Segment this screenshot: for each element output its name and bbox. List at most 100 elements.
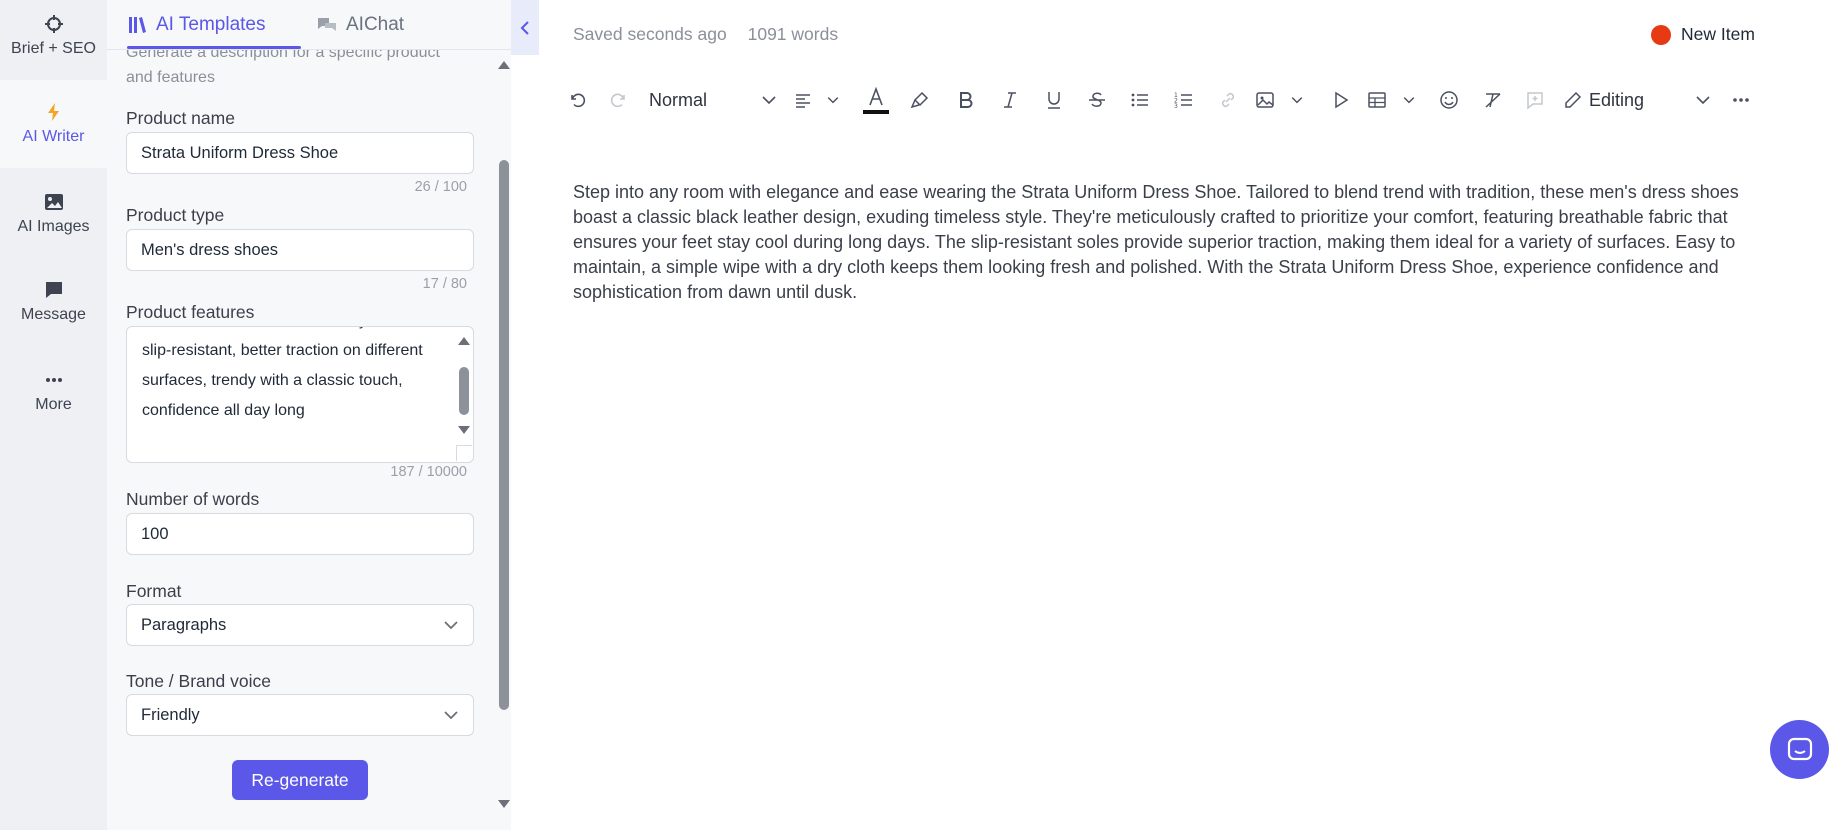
regenerate-button[interactable]: Re-generate [232, 760, 368, 800]
font-color-button[interactable] [859, 80, 893, 120]
icon-rail: Brief + SEO AI Writer AI Images Message … [0, 0, 107, 830]
format-select[interactable]: Paragraphs [126, 604, 474, 646]
panel-tabs: AI Templates AIChat [107, 0, 511, 50]
editor-toolbar: Normal 123 Editing [563, 80, 1763, 120]
align-button[interactable] [793, 80, 841, 120]
strikethrough-button[interactable] [1080, 80, 1114, 120]
emoji-icon [1440, 91, 1458, 109]
templates-panel: AI Templates AIChat Generate a descripti… [107, 0, 511, 830]
numbered-list-button[interactable]: 123 [1167, 80, 1201, 120]
underline-button[interactable] [1037, 80, 1071, 120]
rail-item-label: Brief + SEO [11, 40, 96, 57]
align-left-icon [796, 94, 810, 108]
rail-item-label: More [35, 396, 72, 413]
highlight-button[interactable] [903, 80, 937, 120]
rail-item-label: AI Images [17, 218, 90, 235]
active-tab-indicator [127, 46, 301, 49]
emoji-button[interactable] [1432, 80, 1466, 120]
more-icon [1733, 98, 1749, 102]
bolt-icon [47, 103, 59, 121]
product-type-input[interactable]: Men's dress shoes [126, 229, 474, 271]
bold-button[interactable] [949, 80, 983, 120]
text-style-select[interactable]: Normal [649, 80, 779, 120]
tone-label: Tone / Brand voice [126, 671, 271, 691]
insert-video-button[interactable] [1323, 80, 1357, 120]
number-of-words-label: Number of words [126, 489, 260, 509]
tone-select[interactable]: Friendly [126, 694, 474, 736]
rail-item-message[interactable]: Message [0, 258, 107, 346]
more-icon [45, 378, 62, 382]
product-name-input[interactable]: Strata Uniform Dress Shoe [126, 132, 474, 174]
bullet-list-button[interactable] [1123, 80, 1157, 120]
chat-bubble-icon [1787, 737, 1812, 760]
product-type-label: Product type [126, 205, 225, 225]
chevron-down-icon [1696, 96, 1710, 105]
textarea-scrollbar[interactable] [455, 327, 473, 462]
saved-status: Saved seconds ago [573, 24, 727, 44]
image-icon [44, 194, 63, 210]
editing-mode-value: Editing [1589, 89, 1645, 110]
rail-item-brief-seo[interactable]: Brief + SEO [0, 0, 107, 80]
italic-button[interactable] [993, 80, 1027, 120]
tab-aichat[interactable]: AIChat [317, 0, 404, 50]
scroll-up-arrow-icon[interactable] [458, 337, 470, 345]
scroll-down-arrow-icon[interactable] [498, 800, 510, 808]
more-options-button[interactable] [1726, 80, 1756, 120]
new-item-button[interactable]: New Item [1651, 24, 1755, 45]
template-form: Generate a description for a specific pr… [107, 50, 497, 830]
books-icon [129, 17, 146, 33]
panel-scrollbar[interactable] [496, 50, 511, 830]
scroll-thumb[interactable] [499, 160, 509, 710]
support-chat-button[interactable] [1770, 720, 1829, 779]
resize-handle-icon[interactable] [456, 445, 472, 461]
play-icon [1335, 91, 1349, 109]
insert-table-button[interactable] [1367, 80, 1417, 120]
template-description: Generate a description for a specific pr… [126, 50, 440, 86]
font-color-icon [863, 86, 889, 114]
bold-icon [960, 92, 973, 108]
product-name-label: Product name [126, 108, 235, 128]
editor-content[interactable]: Step into any room with elegance and eas… [573, 180, 1773, 305]
format-label: Format [126, 581, 182, 601]
chevron-down-icon [444, 711, 458, 720]
insert-image-button[interactable] [1255, 80, 1305, 120]
numbered-list-icon: 123 [1174, 92, 1192, 110]
product-type-counter: 17 / 80 [422, 276, 467, 292]
product-features-textarea[interactable]: Material Leather, Clean with dry clothes… [126, 326, 474, 463]
tab-label: AIChat [346, 14, 405, 35]
crosshair-icon [44, 15, 63, 33]
tab-ai-templates[interactable]: AI Templates [127, 0, 265, 50]
link-button[interactable] [1211, 80, 1245, 120]
chevron-down-icon [444, 621, 458, 630]
scroll-up-arrow-icon[interactable] [498, 61, 510, 69]
scroll-thumb[interactable] [459, 367, 469, 415]
editing-mode-select[interactable]: Editing [1563, 80, 1713, 120]
number-of-words-input[interactable]: 100 [126, 513, 474, 555]
tone-value: Friendly [141, 705, 200, 724]
chevron-down-icon [1291, 97, 1303, 104]
link-icon [1221, 92, 1235, 108]
product-features-text: Material Leather, Clean with dry clothes… [142, 327, 427, 419]
rail-item-label: Message [21, 306, 86, 323]
add-comment-icon [1527, 92, 1543, 110]
clear-formatting-button[interactable] [1476, 80, 1510, 120]
redo-icon [610, 93, 625, 108]
undo-button[interactable] [563, 80, 591, 120]
highlighter-icon [910, 91, 929, 109]
table-icon [1368, 92, 1386, 108]
tab-label: AI Templates [156, 14, 266, 35]
scroll-down-arrow-icon[interactable] [458, 426, 470, 434]
rail-item-ai-writer[interactable]: AI Writer [0, 80, 107, 168]
product-features-counter: 187 / 10000 [390, 464, 467, 480]
undo-icon [571, 93, 586, 108]
rail-item-ai-images[interactable]: AI Images [0, 170, 107, 258]
message-icon [45, 282, 62, 298]
collapse-panel-button[interactable] [511, 0, 539, 55]
pencil-icon [1565, 91, 1582, 108]
rail-item-more[interactable]: More [0, 348, 107, 436]
bullet-list-icon [1131, 93, 1148, 107]
chat-icon [318, 18, 336, 31]
add-comment-button[interactable] [1518, 80, 1552, 120]
redo-button[interactable] [605, 80, 633, 120]
chevron-left-icon [520, 20, 529, 35]
